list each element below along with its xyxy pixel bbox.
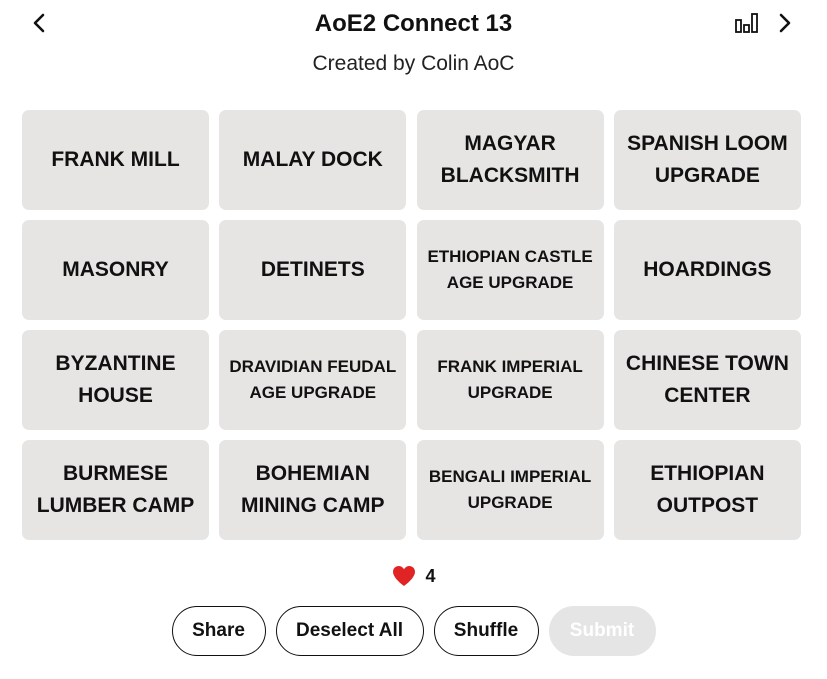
creator-subtitle: Created by Colin AoC: [312, 52, 515, 75]
word-tile[interactable]: CHINESE TOWN CENTER: [613, 330, 801, 430]
word-tile[interactable]: DRAVIDIAN FEUDAL AGE UPGRADE: [219, 330, 407, 430]
word-tile[interactable]: SPANISH LOOM UPGRADE: [613, 110, 801, 210]
word-tile[interactable]: ETHIOPIAN OUTPOST: [613, 440, 801, 540]
shuffle-button[interactable]: Shuffle: [433, 606, 539, 656]
submit-button[interactable]: Submit: [548, 606, 656, 656]
share-button[interactable]: Share: [171, 606, 266, 656]
chevron-right-icon: [779, 13, 791, 33]
bar-chart-icon: [735, 13, 758, 33]
word-tile[interactable]: FRANK MILL: [22, 110, 209, 210]
action-bar: Share Deselect All Shuffle Submit: [0, 606, 827, 656]
word-tile[interactable]: BURMESE LUMBER CAMP: [22, 440, 209, 540]
header: AoE2 Connect 13 Created by Colin AoC: [0, 0, 827, 90]
word-tile[interactable]: DETINETS: [219, 220, 407, 320]
heart-icon: [393, 566, 416, 586]
page-title: AoE2 Connect 13: [314, 10, 513, 37]
word-tile[interactable]: MALAY DOCK: [219, 110, 407, 210]
mistakes-count: 4: [425, 566, 436, 586]
word-tile[interactable]: BENGALI IMPERIAL UPGRADE: [416, 440, 604, 540]
connections-game-page: AoE2 Connect 13 Created by Colin AoC FRA…: [0, 0, 827, 679]
word-tile[interactable]: ETHIOPIAN CASTLE AGE UPGRADE: [416, 220, 604, 320]
deselect-all-button[interactable]: Deselect All: [275, 606, 424, 656]
next-puzzle-button[interactable]: [768, 8, 802, 38]
word-tile[interactable]: BOHEMIAN MINING CAMP: [219, 440, 407, 540]
mistakes-remaining: 4: [0, 563, 827, 589]
word-tile[interactable]: BYZANTINE HOUSE: [22, 330, 209, 430]
word-grid: FRANK MILL MALAY DOCK MAGYAR BLACKSMITH …: [22, 110, 802, 540]
word-tile[interactable]: MAGYAR BLACKSMITH: [416, 110, 604, 210]
word-tile[interactable]: HOARDINGS: [613, 220, 801, 320]
word-tile[interactable]: FRANK IMPERIAL UPGRADE: [416, 330, 604, 430]
stats-button[interactable]: [731, 8, 763, 38]
word-tile[interactable]: MASONRY: [22, 220, 209, 320]
